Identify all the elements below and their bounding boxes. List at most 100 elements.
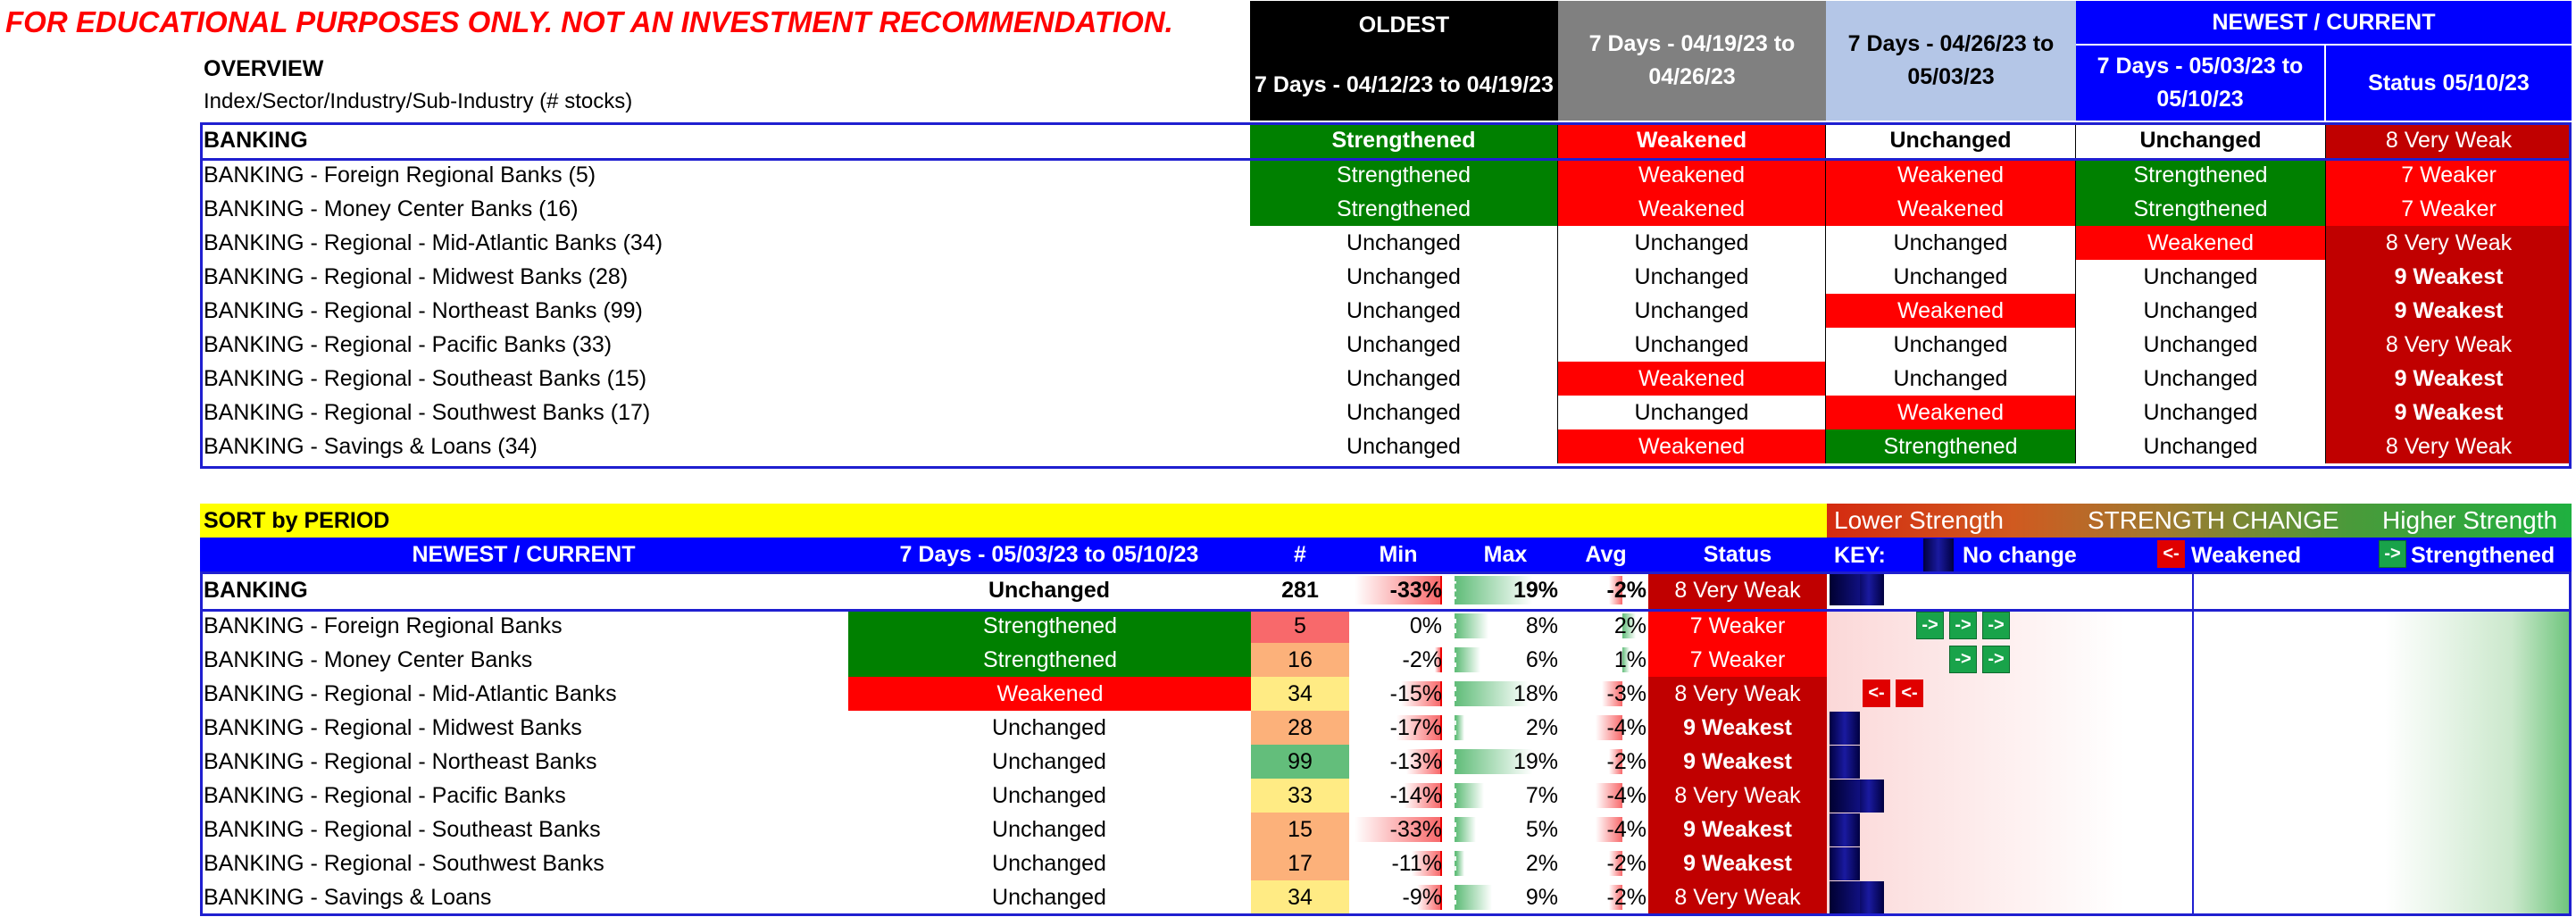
overview-row[interactable]: BANKING - Regional - Mid-Atlantic Banks … <box>200 226 2572 260</box>
strength-change-cell: <- <- <box>1827 677 2572 711</box>
sort-col-count-header[interactable]: # <box>1251 538 1349 571</box>
row-name: BANKING - Money Center Banks <box>204 646 533 672</box>
period-change-cell: Unchanged <box>1250 260 1558 294</box>
avg-value: 2% <box>1613 613 1646 638</box>
row-name: BANKING - Regional - Northeast Banks <box>204 748 597 774</box>
no-change-block <box>1830 572 1860 605</box>
period-change-cell: Unchanged <box>2076 260 2326 294</box>
overview-row[interactable]: BANKING - Regional - Midwest Banks (28) U… <box>200 260 2572 294</box>
overview-total-row[interactable]: BANKING Strengthened Weakened Unchanged Unch… <box>200 122 2572 158</box>
avg-value: -2% <box>1606 850 1646 876</box>
max-value: 18% <box>1513 680 1558 706</box>
period-change-cell: Weakened <box>1558 362 1826 396</box>
sort-row[interactable]: BANKING - Regional - Southwest Banks Unch… <box>200 846 2572 880</box>
max-cell: 2% <box>1447 711 1563 745</box>
min-cell: -2% <box>1349 643 1447 677</box>
sort-col-min-header[interactable]: Min <box>1349 538 1447 571</box>
avg-value: -4% <box>1606 714 1646 740</box>
overview-row[interactable]: BANKING - Regional - Northeast Banks (99… <box>200 294 2572 328</box>
status-cell: 9 Weakest <box>2326 396 2572 429</box>
sort-by-period-button[interactable]: SORT by PERIOD <box>200 504 1827 538</box>
sort-row[interactable]: BANKING - Money Center Banks Strengthened… <box>200 643 2572 677</box>
strength-change-cell: -> -> <box>1827 643 2572 677</box>
min-value: -13% <box>1389 748 1442 774</box>
sort-col-avg-header[interactable]: Avg <box>1563 538 1648 571</box>
weakened-key-arrow: <- <box>2157 540 2185 568</box>
avg-cell: 1% <box>1563 643 1648 677</box>
status-cell: 7 Weaker <box>1648 643 1827 677</box>
avg-cell: 2% <box>1563 609 1648 643</box>
period-change-cell: Strengthened <box>2076 192 2326 226</box>
max-cell: 2% <box>1447 846 1563 880</box>
avg-cell: -4% <box>1563 779 1648 813</box>
strength-divider <box>2192 609 2194 643</box>
sort-row[interactable]: BANKING - Foreign Regional Banks Strength… <box>200 609 2572 643</box>
sort-table: BANKING Unchanged 281 -33% 19% -2% 8 Very Weak… <box>200 571 2572 914</box>
strength-change-cell <box>1827 745 2572 779</box>
overview-row[interactable]: BANKING - Foreign Regional Banks (5) Stre… <box>200 158 2572 192</box>
status-cell: 7 Weaker <box>2326 192 2572 226</box>
sort-col-max-header[interactable]: Max <box>1447 538 1563 571</box>
sort-row[interactable]: BANKING - Regional - Midwest Banks Unchan… <box>200 711 2572 745</box>
strength-change-cell <box>1827 711 2572 745</box>
status-cell: 7 Weaker <box>2326 158 2572 192</box>
no-change-block <box>1830 847 1860 880</box>
period-change-cell: Weakened <box>1826 158 2076 192</box>
status-cell: 9 Weakest <box>2326 260 2572 294</box>
period-change-cell: Unchanged <box>1558 396 1826 429</box>
period-change-cell: Unchanged <box>2076 396 2326 429</box>
strength-change-cell: -> -> -> <box>1827 609 2572 643</box>
max-value: 7% <box>1525 782 1558 808</box>
row-name: BANKING - Foreign Regional Banks (5) <box>204 162 596 188</box>
sort-total-row[interactable]: BANKING Unchanged 281 -33% 19% -2% 8 Very Weak <box>200 571 2572 609</box>
no-change-block <box>1830 881 1860 914</box>
avg-cell: -2% <box>1563 846 1648 880</box>
period-change-cell: Unchanged <box>992 714 1106 740</box>
strength-change-label: STRENGTH CHANGE <box>2088 506 2339 534</box>
overview-row[interactable]: BANKING - Regional - Southeast Banks (15… <box>200 362 2572 396</box>
strength-change-cell <box>1827 779 2572 813</box>
min-value: -14% <box>1389 782 1442 808</box>
strengthened-arrow: -> <box>1916 612 1944 639</box>
sort-header-row: NEWEST / CURRENT 7 Days - 05/03/23 to 05… <box>200 538 2572 571</box>
sort-row[interactable]: BANKING - Regional - Southeast Banks Unch… <box>200 813 2572 846</box>
row-name: BANKING - Regional - Southeast Banks (15… <box>204 365 647 391</box>
status-cell: 8 Very Weak <box>1648 880 1827 914</box>
period-change-cell: Unchanged <box>2076 362 2326 396</box>
period-change-cell: Weakened <box>1826 294 2076 328</box>
count-cell: 34 <box>1251 880 1349 914</box>
strength-change-cell <box>1827 880 2572 914</box>
avg-cell: -4% <box>1563 711 1648 745</box>
overview-row[interactable]: BANKING - Regional - Pacific Banks (33) U… <box>200 328 2572 362</box>
sort-col-status-header[interactable]: Status <box>1648 538 1827 571</box>
status-cell: 9 Weakest <box>1648 745 1827 779</box>
strengthened-key-arrow: -> <box>2379 540 2406 568</box>
period-change-cell: Unchanged <box>1826 260 2076 294</box>
period-change-cell: Weakened <box>848 677 1252 711</box>
row-name: BANKING - Regional - Northeast Banks (99… <box>204 297 643 323</box>
row-name: BANKING - Regional - Pacific Banks (33) <box>204 331 613 357</box>
sort-row[interactable]: BANKING - Savings & Loans Unchanged 34 -9% 9… <box>200 880 2572 914</box>
max-cell: 6% <box>1447 643 1563 677</box>
strength-gradient-bar: Lower Strength STRENGTH CHANGE Higher St… <box>1827 504 2572 538</box>
max-cell: 19% <box>1447 745 1563 779</box>
overview-title: OVERVIEW <box>204 56 324 81</box>
row-name: BANKING - Regional - Pacific Banks <box>204 782 566 808</box>
period-change-cell: Weakened <box>1558 122 1826 158</box>
period-change-cell: Unchanged <box>1558 260 1826 294</box>
status-cell: 8 Very Weak <box>2326 429 2572 463</box>
period-change-cell: Unchanged <box>1250 429 1558 463</box>
strength-divider <box>2192 711 2194 745</box>
sort-row[interactable]: BANKING - Regional - Pacific Banks Unchan… <box>200 779 2572 813</box>
sort-col-period-header[interactable]: 7 Days - 05/03/23 to 05/10/23 <box>847 538 1251 571</box>
sort-row[interactable]: BANKING - Regional - Northeast Banks Unch… <box>200 745 2572 779</box>
overview-row[interactable]: BANKING - Regional - Southwest Banks (17… <box>200 396 2572 429</box>
overview-row[interactable]: BANKING - Money Center Banks (16) Strengt… <box>200 192 2572 226</box>
sort-col-name-header[interactable]: NEWEST / CURRENT <box>200 538 847 571</box>
sort-row[interactable]: BANKING - Regional - Mid-Atlantic Banks W… <box>200 677 2572 711</box>
avg-value: -2% <box>1606 884 1646 910</box>
count-cell: 281 <box>1281 577 1319 603</box>
overview-row[interactable]: BANKING - Savings & Loans (34) Unchanged W… <box>200 429 2572 463</box>
period-change-cell: Unchanged <box>2076 122 2326 158</box>
max-cell: 18% <box>1447 677 1563 711</box>
